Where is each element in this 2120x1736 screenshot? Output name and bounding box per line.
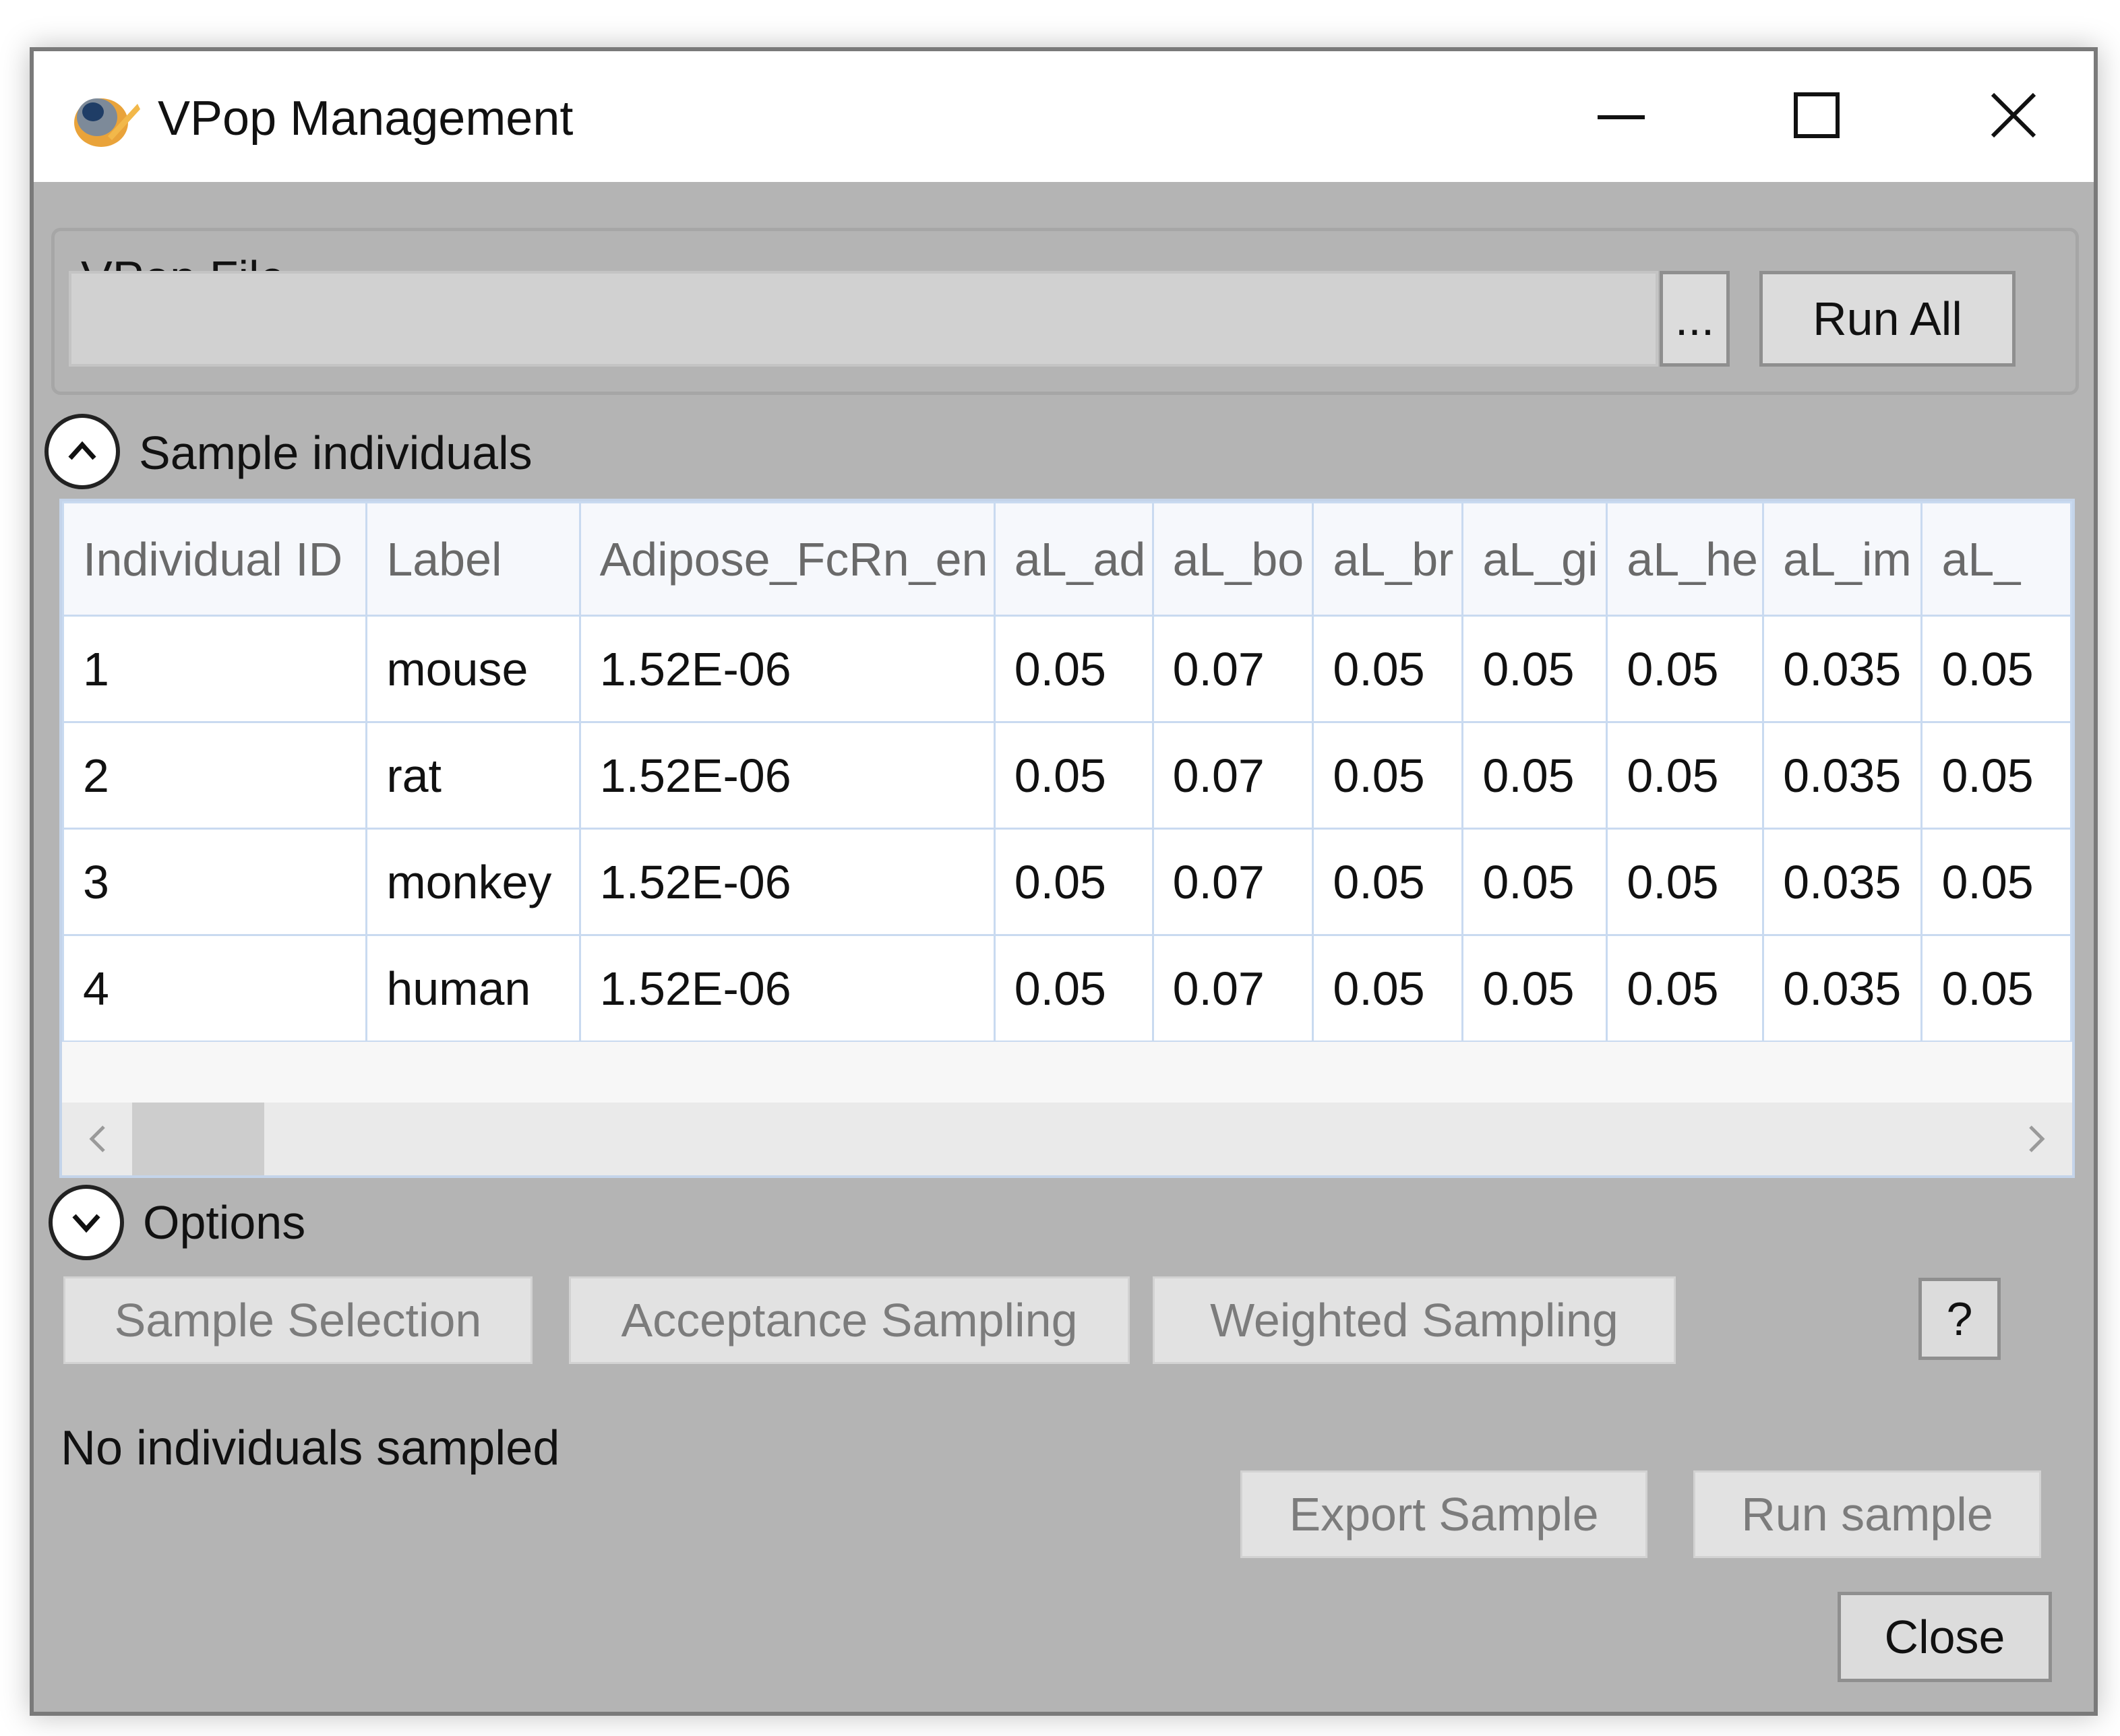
table-row[interactable]: 1 mouse 1.52E-06 0.05 0.07 0.05 0.05 0.05 0.035 0… <box>62 615 2072 723</box>
vpop-management-window: VPop Management VPop File ... Run All Sa… <box>30 47 2098 1716</box>
table-cell[interactable]: 0.05 <box>1312 828 1464 936</box>
table-cell[interactable]: 0.05 <box>1920 934 2072 1043</box>
table-cell[interactable]: rat <box>365 721 581 830</box>
column-header[interactable]: Label <box>365 501 581 617</box>
minimize-button[interactable] <box>1571 75 1672 156</box>
table-cell[interactable]: 3 <box>62 828 368 936</box>
column-header[interactable]: Adipose_FcRn_en <box>578 501 996 617</box>
table-cell[interactable]: 0.05 <box>1461 934 1608 1043</box>
vpop-app-icon <box>74 98 140 147</box>
run-sample-button[interactable]: Run sample <box>1693 1470 2041 1558</box>
help-button[interactable]: ? <box>1918 1278 2001 1360</box>
table-cell[interactable]: 0.05 <box>1920 615 2072 723</box>
acceptance-sampling-button[interactable]: Acceptance Sampling <box>569 1276 1130 1364</box>
sample-individuals-grid[interactable]: Individual ID Label Adipose_FcRn_en aL_ad aL… <box>59 499 2075 1178</box>
scroll-left-icon[interactable] <box>78 1119 119 1159</box>
column-header[interactable]: Individual ID <box>62 501 368 617</box>
close-icon <box>1991 92 2036 138</box>
table-row[interactable]: 4 human 1.52E-06 0.05 0.07 0.05 0.05 0.05 0.035 0… <box>62 934 2072 1043</box>
table-cell[interactable]: 0.07 <box>1151 721 1314 830</box>
table-cell[interactable]: 0.05 <box>1606 615 1765 723</box>
sampling-status-text: No individuals sampled <box>61 1421 560 1475</box>
horizontal-scrollbar[interactable] <box>62 1103 2072 1175</box>
table-cell[interactable]: 4 <box>62 934 368 1043</box>
expand-options-button[interactable] <box>49 1185 124 1260</box>
table-cell[interactable]: 0.05 <box>1920 828 2072 936</box>
table-cell[interactable]: 0.05 <box>1461 828 1608 936</box>
table-row[interactable]: 3 monkey 1.52E-06 0.05 0.07 0.05 0.05 0.05 0.035… <box>62 828 2072 936</box>
table-cell[interactable]: 0.07 <box>1151 828 1314 936</box>
table-cell[interactable]: 0.05 <box>993 934 1154 1043</box>
table-cell[interactable]: monkey <box>365 828 581 936</box>
options-label: Options <box>143 1196 306 1249</box>
browse-button[interactable]: ... <box>1660 271 1730 367</box>
maximize-button[interactable] <box>1766 75 1867 156</box>
scrollbar-thumb[interactable] <box>132 1103 264 1175</box>
table-cell[interactable]: 0.05 <box>1606 721 1765 830</box>
grid-empty-area <box>62 1042 2072 1103</box>
collapse-sample-individuals-button[interactable] <box>44 414 120 489</box>
column-header[interactable]: aL_bo <box>1151 501 1314 617</box>
table-cell[interactable]: 0.05 <box>1312 934 1464 1043</box>
sample-selection-button[interactable]: Sample Selection <box>63 1276 533 1364</box>
column-header[interactable]: aL_ad <box>993 501 1154 617</box>
table-cell[interactable]: 0.05 <box>1606 828 1765 936</box>
close-button[interactable]: Close <box>1838 1592 2052 1682</box>
table-cell[interactable]: 0.05 <box>1312 721 1464 830</box>
table-cell[interactable]: 0.05 <box>1312 615 1464 723</box>
table-row[interactable]: 2 rat 1.52E-06 0.05 0.07 0.05 0.05 0.05 0.035 0.0… <box>62 721 2072 830</box>
weighted-sampling-button[interactable]: Weighted Sampling <box>1153 1276 1676 1364</box>
individuals-table: Individual ID Label Adipose_FcRn_en aL_ad aL… <box>62 501 2072 1043</box>
table-cell[interactable]: 0.035 <box>1762 828 1923 936</box>
table-cell[interactable]: mouse <box>365 615 581 723</box>
table-cell[interactable]: 0.05 <box>1920 721 2072 830</box>
scroll-right-icon[interactable] <box>2016 1119 2056 1159</box>
table-cell[interactable]: 0.05 <box>1461 721 1608 830</box>
table-cell[interactable]: 0.07 <box>1151 934 1314 1043</box>
close-window-button[interactable] <box>1963 75 2064 156</box>
table-cell[interactable]: 0.035 <box>1762 721 1923 830</box>
table-cell[interactable]: 1.52E-06 <box>578 615 996 723</box>
minimize-icon <box>1598 115 1645 119</box>
title-bar: VPop Management <box>34 51 2094 182</box>
table-cell[interactable]: 0.05 <box>1461 615 1608 723</box>
column-header[interactable]: aL_im <box>1762 501 1923 617</box>
table-cell[interactable]: 1.52E-06 <box>578 721 996 830</box>
table-cell[interactable]: 2 <box>62 721 368 830</box>
table-cell[interactable]: 1.52E-06 <box>578 934 996 1043</box>
table-cell[interactable]: 0.07 <box>1151 615 1314 723</box>
chevron-down-icon <box>72 1214 100 1233</box>
run-all-button[interactable]: Run All <box>1759 271 2016 367</box>
chevron-up-icon <box>68 441 96 460</box>
table-cell[interactable]: 1.52E-06 <box>578 828 996 936</box>
table-cell[interactable]: human <box>365 934 581 1043</box>
column-header[interactable]: aL_he <box>1606 501 1765 617</box>
table-cell[interactable]: 0.035 <box>1762 615 1923 723</box>
export-sample-button[interactable]: Export Sample <box>1240 1470 1647 1558</box>
column-header[interactable]: aL_ <box>1920 501 2072 617</box>
table-cell[interactable]: 0.05 <box>993 828 1154 936</box>
column-header[interactable]: aL_br <box>1312 501 1464 617</box>
column-header[interactable]: aL_gi <box>1461 501 1608 617</box>
table-cell[interactable]: 0.035 <box>1762 934 1923 1043</box>
maximize-icon <box>1794 92 1840 138</box>
table-cell[interactable]: 0.05 <box>993 721 1154 830</box>
sample-individuals-label: Sample individuals <box>139 427 533 479</box>
window-title: VPop Management <box>158 92 574 146</box>
vpop-file-input[interactable] <box>69 271 1658 367</box>
table-cell[interactable]: 1 <box>62 615 368 723</box>
table-cell[interactable]: 0.05 <box>993 615 1154 723</box>
table-cell[interactable]: 0.05 <box>1606 934 1765 1043</box>
